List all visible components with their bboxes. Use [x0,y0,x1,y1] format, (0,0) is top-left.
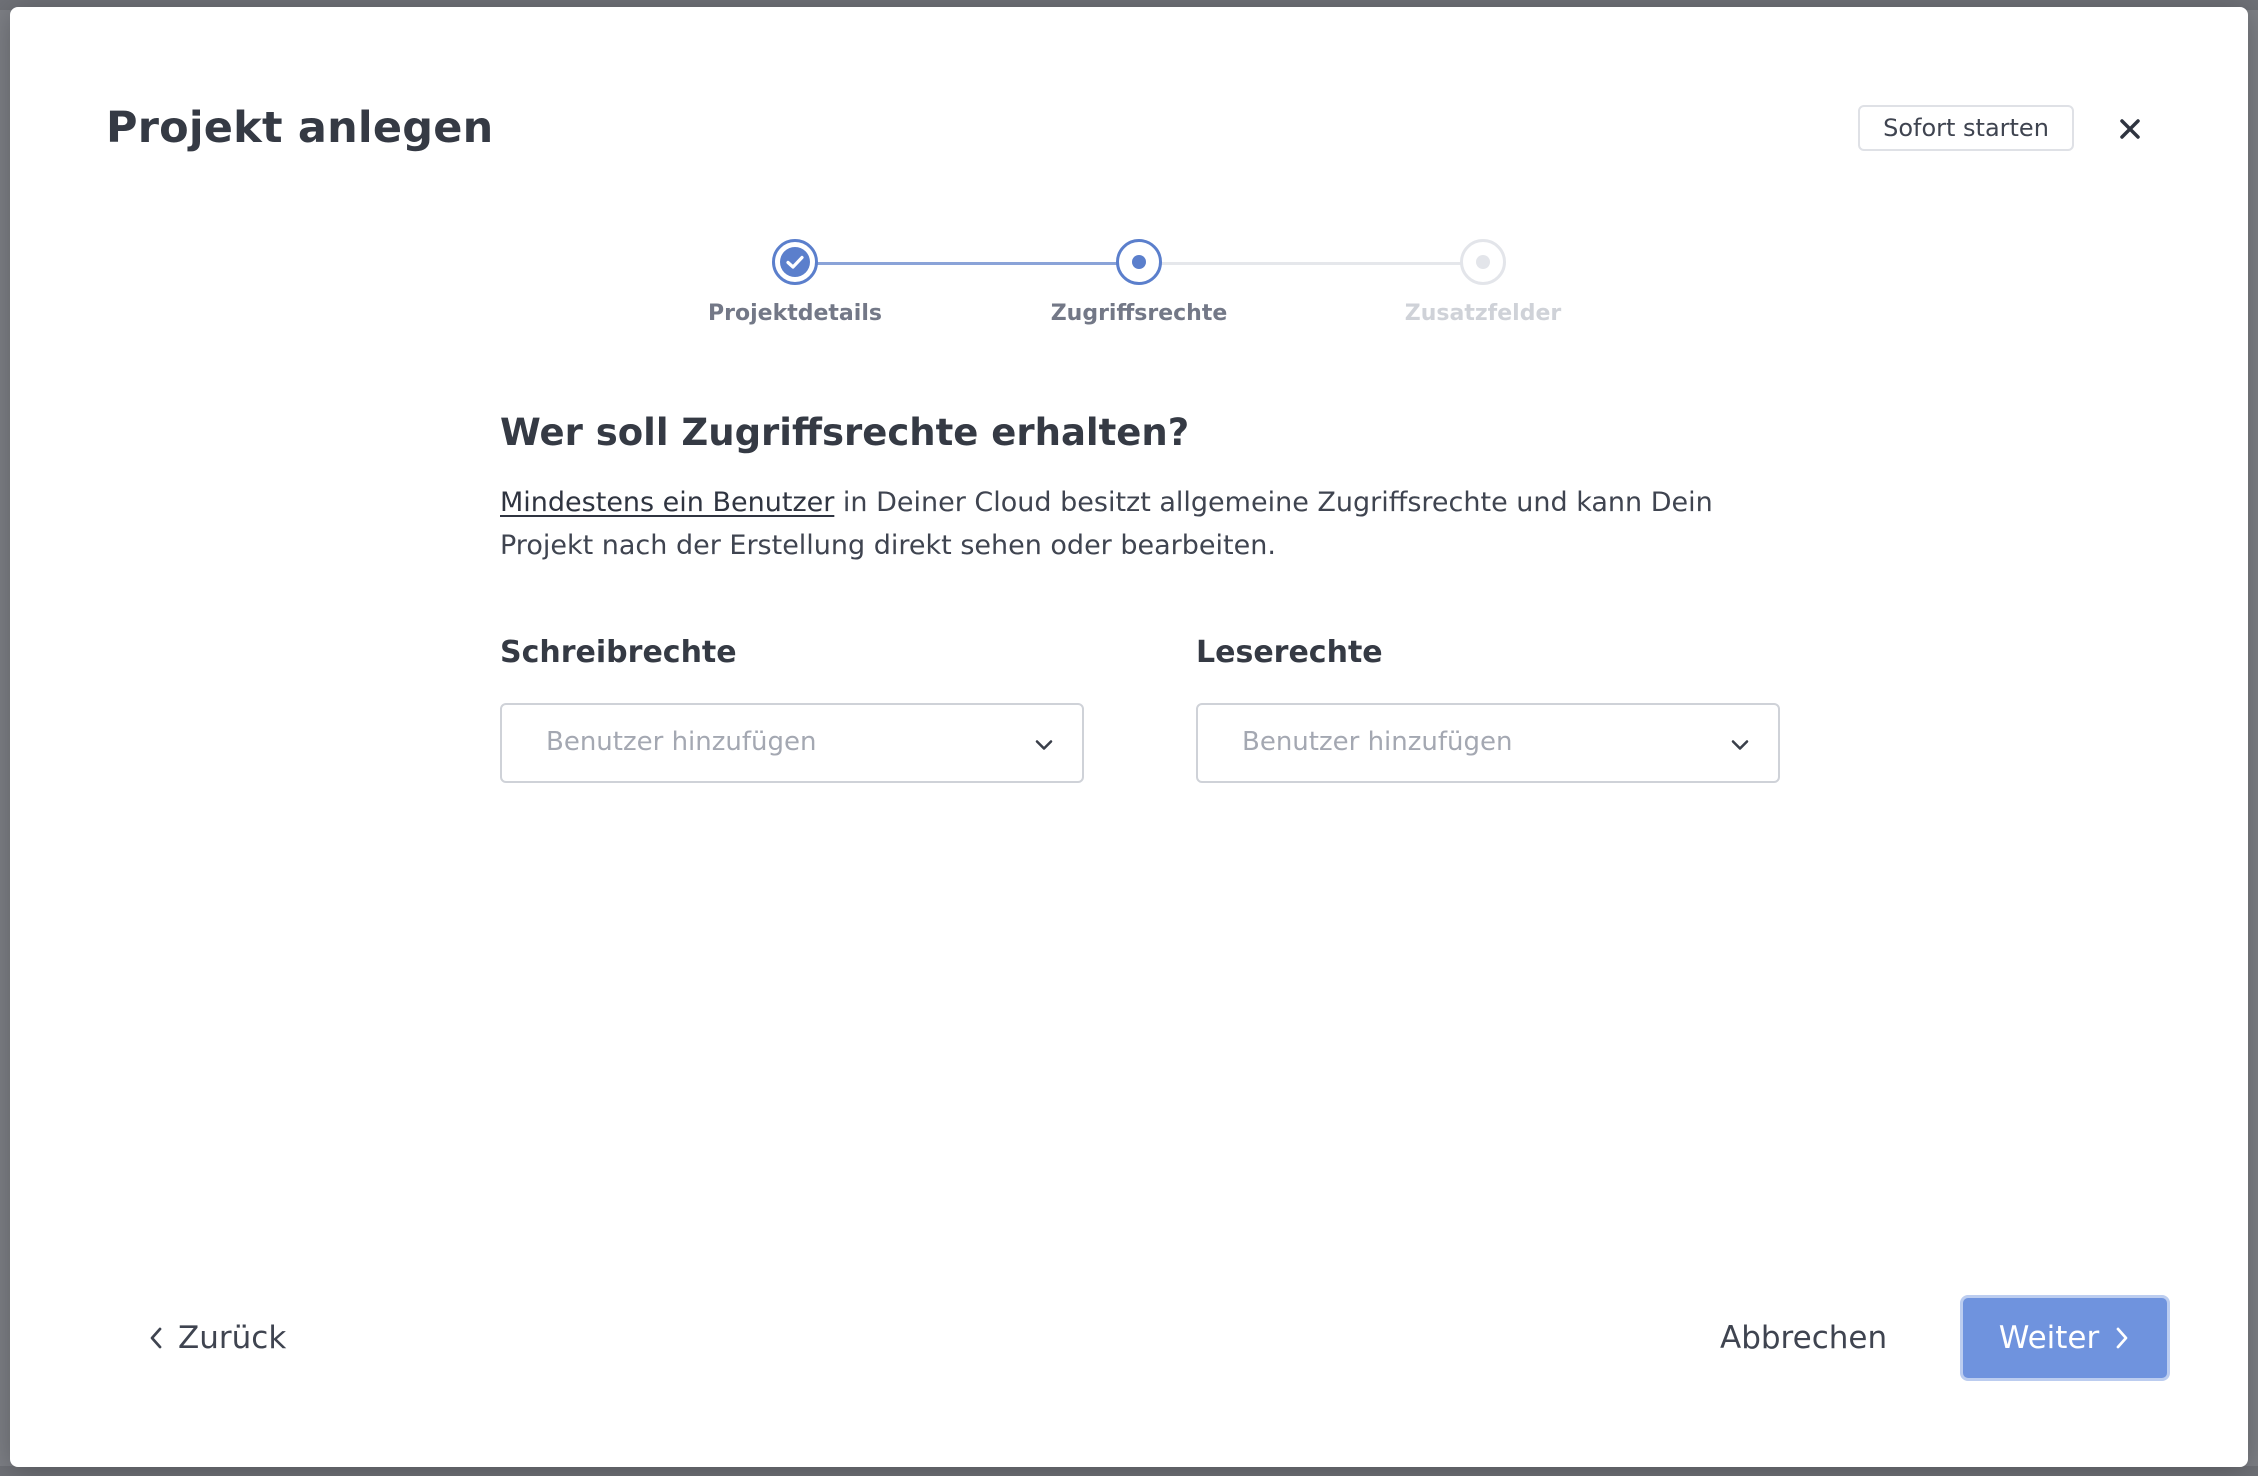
chevron-left-icon [150,1327,162,1349]
next-button-label: Weiter [1998,1320,2100,1356]
back-button[interactable]: Zurück [146,1313,286,1363]
step-connector-upcoming [1154,262,1466,265]
write-access-user-select[interactable]: Benutzer hinzufügen [500,703,1084,783]
background-app-bottom [0,1466,2258,1476]
step-label-zusatzfelder: Zusatzfelder [1404,301,1562,326]
step-label-projektdetails: Projektdetails [708,301,882,326]
checkmark-icon [786,255,804,269]
quick-start-button[interactable]: Sofort starten [1858,105,2074,151]
close-button[interactable] [2116,115,2144,143]
chevron-down-icon [1035,740,1053,750]
close-icon [2120,119,2140,139]
step-indicator-zusatzfelder [1460,239,1506,285]
write-access-label: Schreibrechte [500,635,737,670]
next-button[interactable]: Weiter [1960,1295,2170,1381]
chevron-down-icon [1731,740,1749,750]
read-access-user-select[interactable]: Benutzer hinzufügen [1196,703,1780,783]
step-connector-completed [810,262,1120,265]
read-access-label: Leserechte [1196,635,1383,670]
create-project-modal: Projekt anlegen Sofort starten Projektde… [10,7,2248,1467]
cancel-button[interactable]: Abbrechen [1720,1313,1887,1363]
back-button-label: Zurück [178,1320,287,1356]
section-heading: Wer soll Zugriffsrechte erhalten? [500,411,1190,454]
step-label-zugriffsrechte: Zugriffsrechte [1050,301,1228,326]
write-access-placeholder: Benutzer hinzufügen [546,727,817,757]
step-indicator-projektdetails[interactable] [772,239,818,285]
read-access-placeholder: Benutzer hinzufügen [1242,727,1513,757]
min-user-link[interactable]: Mindestens ein Benutzer [500,487,834,518]
step-indicator-zugriffsrechte [1116,239,1162,285]
modal-title: Projekt anlegen [106,103,494,153]
access-description: Mindestens ein Benutzer in Deiner Cloud … [500,481,1800,567]
chevron-right-icon [2116,1327,2128,1349]
